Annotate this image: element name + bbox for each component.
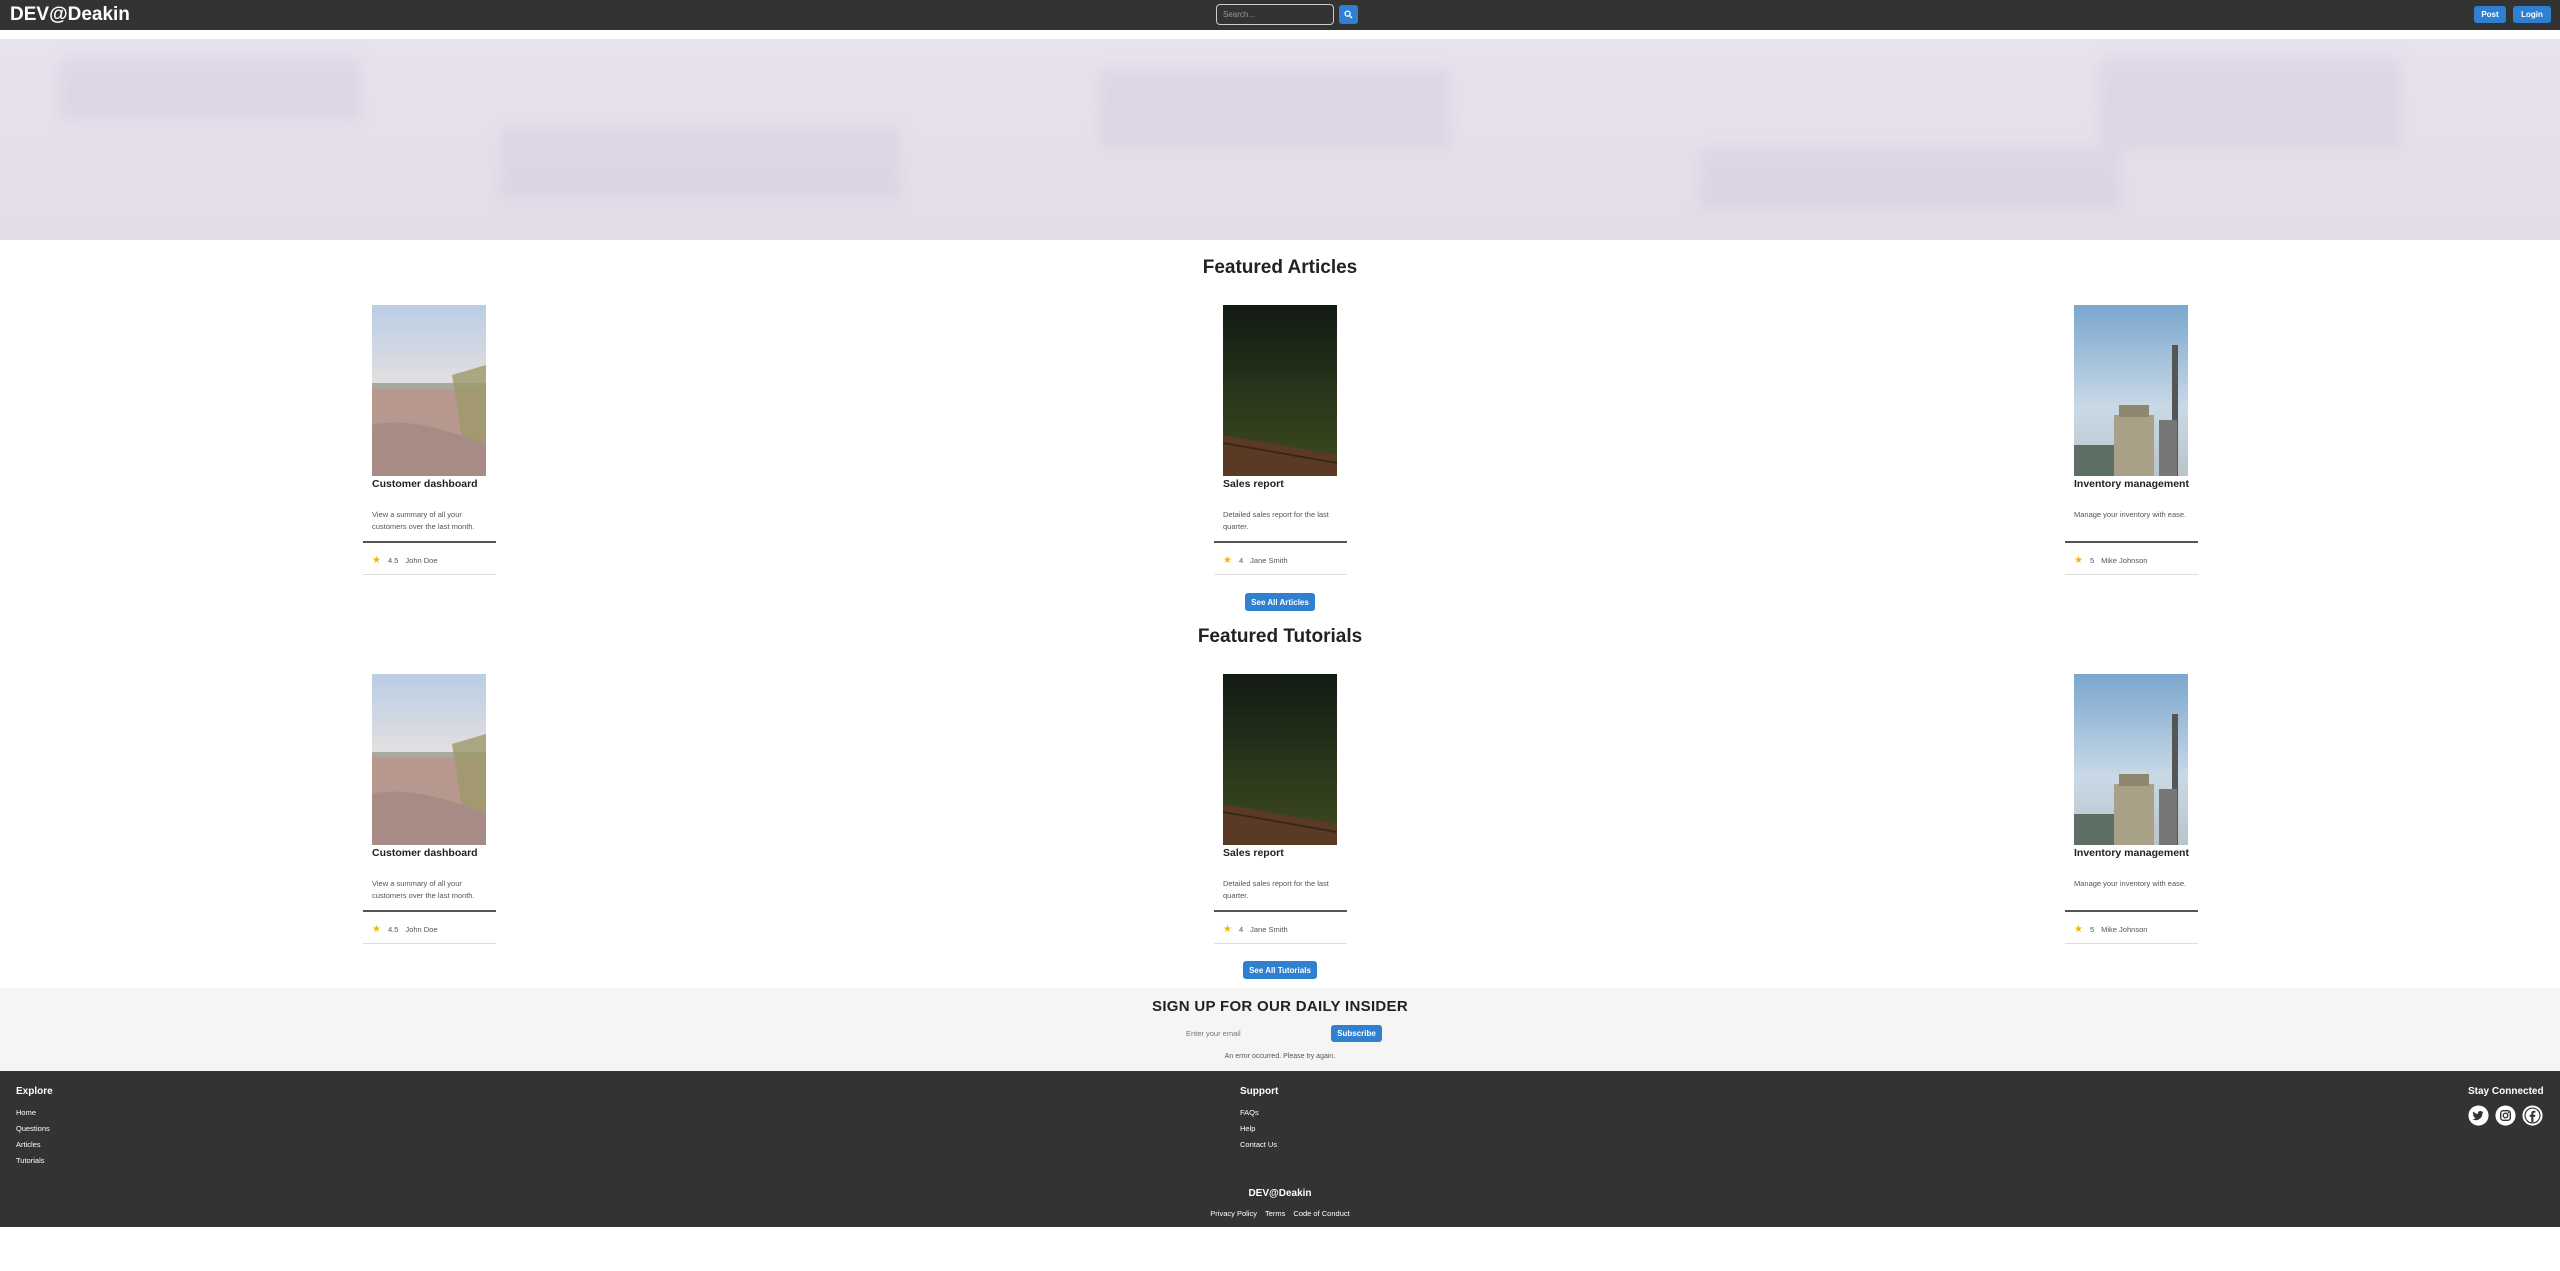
- card-divider: [1214, 541, 1347, 543]
- card-divider: [363, 910, 496, 912]
- card-author: Mike Johnson: [2101, 925, 2148, 934]
- card-author: Mike Johnson: [2101, 556, 2148, 565]
- footer-link-help[interactable]: Help: [1240, 1124, 1255, 1133]
- privacy-policy-link[interactable]: Privacy Policy: [1210, 1209, 1257, 1218]
- code-of-conduct-link[interactable]: Code of Conduct: [1293, 1209, 1349, 1218]
- featured-articles-heading: Featured Articles: [1202, 257, 1358, 278]
- footer-link-home[interactable]: Home: [16, 1108, 36, 1117]
- card-meta: ★ 5 Mike Johnson: [2074, 924, 2147, 935]
- card-image: [372, 305, 486, 476]
- login-button[interactable]: Login: [2513, 6, 2551, 23]
- card-meta: ★ 4.5 John Doe: [372, 924, 438, 935]
- newsletter-heading: SIGN UP FOR OUR DAILY INSIDER: [1152, 998, 1408, 1015]
- card-description: View a summary of all your customers ove…: [372, 879, 475, 900]
- error-message: An error occurred. Please try again.: [1224, 1053, 1336, 1060]
- footer-link-contact[interactable]: Contact Us: [1240, 1140, 1277, 1149]
- search-button[interactable]: [1339, 5, 1358, 24]
- support-heading: Support: [1240, 1086, 1279, 1097]
- post-button[interactable]: Post: [2474, 6, 2506, 23]
- card-title: Customer dashboard: [372, 478, 478, 490]
- brand-logo[interactable]: DEV@Deakin: [10, 4, 130, 26]
- email-field[interactable]: [1180, 1025, 1328, 1042]
- article-card[interactable]: Customer dashboard View a summary of all…: [363, 305, 496, 575]
- card-description: View a summary of all your customers ove…: [372, 510, 475, 531]
- footer-link-questions[interactable]: Questions: [16, 1124, 50, 1133]
- search-input[interactable]: [1216, 4, 1334, 25]
- footer: Explore Home Questions Articles Tutorial…: [0, 1071, 2560, 1227]
- card-rating: 5: [2089, 556, 2095, 565]
- search-icon: [1344, 10, 1353, 19]
- tutorial-card[interactable]: Sales report Detailed sales report for t…: [1214, 674, 1347, 944]
- instagram-icon[interactable]: [2495, 1105, 2516, 1126]
- newsletter-section: SIGN UP FOR OUR DAILY INSIDER Subscribe …: [0, 988, 2560, 1071]
- card-rating: 4.5: [387, 556, 399, 565]
- card-rating: 4: [1238, 925, 1244, 934]
- card-divider: [2065, 541, 2198, 543]
- card-rating: 5: [2089, 925, 2095, 934]
- twitter-icon[interactable]: [2468, 1105, 2489, 1126]
- card-description: Manage your inventory with ease.: [2074, 879, 2187, 888]
- card-author: John Doe: [405, 925, 438, 934]
- card-description: Detailed sales report for the last quart…: [1223, 879, 1329, 900]
- card-description: Detailed sales report for the last quart…: [1223, 510, 1329, 531]
- card-image: [2074, 305, 2188, 476]
- star-icon: ★: [2074, 924, 2083, 935]
- see-all-tutorials-button[interactable]: See All Tutorials: [1243, 961, 1317, 979]
- subscribe-button[interactable]: Subscribe: [1331, 1025, 1382, 1042]
- stay-connected-heading: Stay Connected: [2468, 1086, 2544, 1097]
- card-meta: ★ 4.5 John Doe: [372, 555, 438, 566]
- card-meta: ★ 4 Jane Smith: [1223, 555, 1288, 566]
- terms-link[interactable]: Terms: [1265, 1209, 1285, 1218]
- card-title: Inventory management: [2074, 478, 2189, 490]
- explore-heading: Explore: [16, 1086, 53, 1097]
- card-divider: [363, 541, 496, 543]
- card-image: [2074, 674, 2188, 845]
- tutorial-card[interactable]: Customer dashboard View a summary of all…: [363, 674, 496, 944]
- footer-link-faqs[interactable]: FAQs: [1240, 1108, 1259, 1117]
- hero-banner: [0, 39, 2560, 240]
- card-author: John Doe: [405, 556, 438, 565]
- legal-links: Privacy Policy Terms Code of Conduct: [0, 1209, 2560, 1218]
- star-icon: ★: [372, 924, 381, 935]
- star-icon: ★: [372, 555, 381, 566]
- card-title: Customer dashboard: [372, 847, 478, 859]
- card-rating: 4.5: [387, 925, 399, 934]
- footer-link-tutorials[interactable]: Tutorials: [16, 1156, 44, 1165]
- card-divider: [1214, 910, 1347, 912]
- card-title: Sales report: [1223, 847, 1284, 859]
- card-meta: ★ 4 Jane Smith: [1223, 924, 1288, 935]
- footer-brand: DEV@Deakin: [1248, 1188, 1312, 1199]
- facebook-icon[interactable]: [2522, 1105, 2543, 1126]
- card-title: Sales report: [1223, 478, 1284, 490]
- star-icon: ★: [1223, 924, 1232, 935]
- card-rating: 4: [1238, 556, 1244, 565]
- card-image: [1223, 305, 1337, 476]
- card-title: Inventory management: [2074, 847, 2189, 859]
- star-icon: ★: [2074, 555, 2083, 566]
- card-meta: ★ 5 Mike Johnson: [2074, 555, 2147, 566]
- featured-tutorials-heading: Featured Tutorials: [1197, 626, 1363, 647]
- article-card[interactable]: Sales report Detailed sales report for t…: [1214, 305, 1347, 575]
- see-all-articles-button[interactable]: See All Articles: [1245, 593, 1315, 611]
- card-author: Jane Smith: [1250, 925, 1288, 934]
- tutorial-card[interactable]: Inventory management Manage your invento…: [2065, 674, 2198, 944]
- article-card[interactable]: Inventory management Manage your invento…: [2065, 305, 2198, 575]
- star-icon: ★: [1223, 555, 1232, 566]
- card-image: [372, 674, 486, 845]
- card-description: Manage your inventory with ease.: [2074, 510, 2187, 519]
- card-image: [1223, 674, 1337, 845]
- card-divider: [2065, 910, 2198, 912]
- footer-link-articles[interactable]: Articles: [16, 1140, 41, 1149]
- top-navbar: DEV@Deakin Post Login: [0, 0, 2560, 30]
- card-author: Jane Smith: [1250, 556, 1288, 565]
